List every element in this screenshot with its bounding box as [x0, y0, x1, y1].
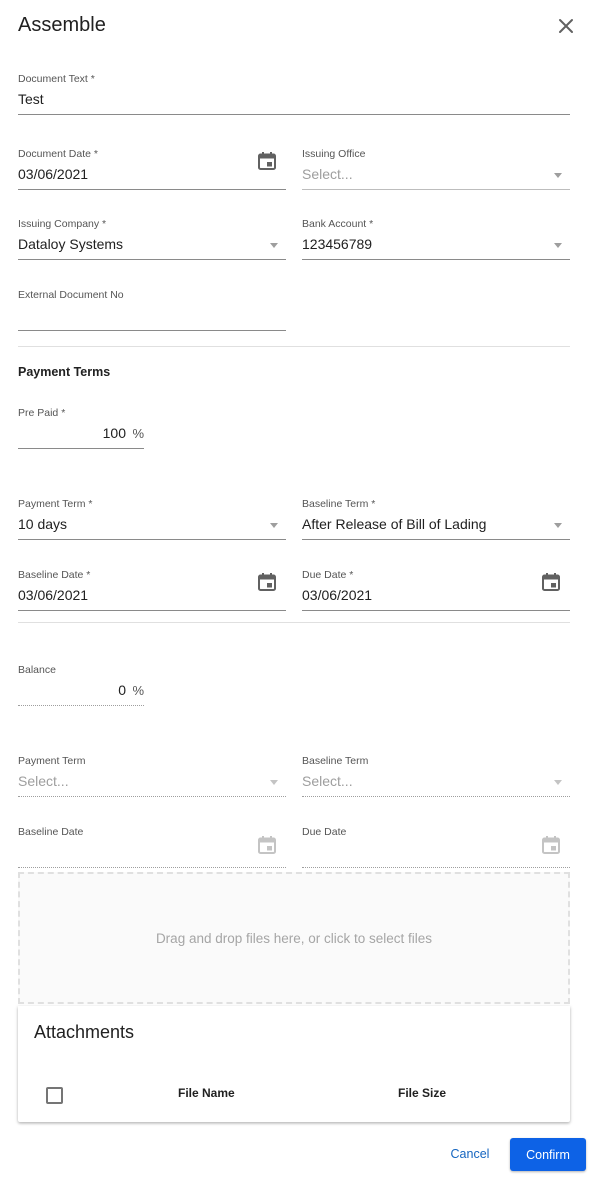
issuing-office-label: Issuing Office [302, 148, 366, 160]
balance-baseline-date-label: Baseline Date [18, 826, 84, 838]
balance-unit: % [132, 683, 144, 698]
section-divider [18, 346, 570, 347]
issuing-office-select[interactable]: Issuing Office Select... [302, 148, 570, 190]
chevron-down-icon[interactable] [270, 523, 278, 528]
due-date-value[interactable]: 03/06/2021 [302, 587, 372, 603]
baseline-date-value[interactable]: 03/06/2021 [18, 587, 88, 603]
balance-payment-term-label: Payment Term [18, 755, 86, 767]
attachments-title: Attachments [34, 1022, 135, 1042]
balance-label: Balance [18, 664, 56, 676]
baseline-term-label: Baseline Term * [302, 498, 376, 510]
document-text-value[interactable]: Test [18, 91, 44, 107]
balance-due-date-label: Due Date [302, 826, 347, 838]
external-document-no-field[interactable]: External Document No [18, 289, 286, 331]
chevron-down-icon [554, 780, 562, 785]
payment-term-select[interactable]: Payment Term * 10 days [18, 498, 286, 540]
balance-payment-term-placeholder: Select... [18, 773, 69, 789]
document-date-label: Document Date * [18, 148, 98, 160]
chevron-down-icon [270, 780, 278, 785]
baseline-date-label: Baseline Date * [18, 569, 91, 581]
calendar-icon[interactable] [257, 572, 277, 592]
balance-due-date-field: Due Date [302, 826, 570, 868]
pre-paid-field[interactable]: Pre Paid * 100 % [18, 407, 144, 449]
document-date-value[interactable]: 03/06/2021 [18, 166, 88, 182]
payment-term-value: 10 days [18, 516, 68, 532]
document-date-field[interactable]: Document Date * 03/06/2021 [18, 148, 286, 190]
baseline-date-field[interactable]: Baseline Date * 03/06/2021 [18, 569, 286, 611]
chevron-down-icon[interactable] [554, 523, 562, 528]
balance-baseline-term-label: Baseline Term [302, 755, 369, 767]
payment-term-label: Payment Term * [18, 498, 93, 510]
chevron-down-icon[interactable] [270, 243, 278, 248]
pre-paid-label: Pre Paid * [18, 407, 66, 419]
close-icon[interactable] [556, 16, 576, 36]
issuing-office-placeholder: Select... [302, 166, 353, 182]
baseline-term-value: After Release of Bill of Lading [302, 516, 487, 532]
bank-account-value: 123456789 [302, 236, 373, 252]
chevron-down-icon[interactable] [554, 173, 562, 178]
dialog-title: Assemble [18, 14, 106, 36]
document-text-field[interactable]: Document Text * Test [18, 73, 570, 115]
dropzone-text: Drag and drop files here, or click to se… [155, 930, 433, 946]
balance-payment-term-select: Payment Term Select... [18, 755, 286, 797]
confirm-button[interactable]: Confirm [510, 1138, 586, 1171]
issuing-company-value: Dataloy Systems [18, 236, 124, 252]
balance-baseline-term-select: Baseline Term Select... [302, 755, 570, 797]
balance-value: 0 [118, 682, 126, 698]
calendar-icon [542, 836, 560, 854]
column-header-file-name[interactable]: File Name [178, 1086, 235, 1100]
due-date-label: Due Date * [302, 569, 354, 581]
due-date-field[interactable]: Due Date * 03/06/2021 [302, 569, 570, 611]
chevron-down-icon[interactable] [554, 243, 562, 248]
bank-account-select[interactable]: Bank Account * 123456789 [302, 218, 570, 260]
attachments-card: Attachments File Name File Size [18, 1006, 570, 1122]
external-document-no-label: External Document No [18, 289, 124, 301]
section-divider [18, 622, 570, 623]
cancel-button[interactable]: Cancel [440, 1139, 500, 1169]
pre-paid-value[interactable]: 100 [103, 425, 126, 441]
payment-terms-heading: Payment Terms [18, 365, 111, 379]
balance-field: Balance 0 % [18, 664, 144, 706]
select-all-checkbox[interactable] [46, 1087, 63, 1104]
document-text-label: Document Text * [18, 73, 95, 85]
issuing-company-select[interactable]: Issuing Company * Dataloy Systems [18, 218, 286, 260]
bank-account-label: Bank Account * [302, 218, 374, 230]
balance-baseline-date-field: Baseline Date [18, 826, 286, 868]
calendar-icon [258, 836, 276, 854]
issuing-company-label: Issuing Company * [18, 218, 107, 230]
file-dropzone[interactable]: Drag and drop files here, or click to se… [18, 872, 570, 1004]
column-header-file-size[interactable]: File Size [398, 1086, 446, 1100]
pre-paid-unit: % [132, 426, 144, 441]
calendar-icon[interactable] [541, 572, 561, 592]
balance-baseline-term-placeholder: Select... [302, 773, 353, 789]
baseline-term-select[interactable]: Baseline Term * After Release of Bill of… [302, 498, 570, 540]
calendar-icon[interactable] [257, 151, 277, 171]
